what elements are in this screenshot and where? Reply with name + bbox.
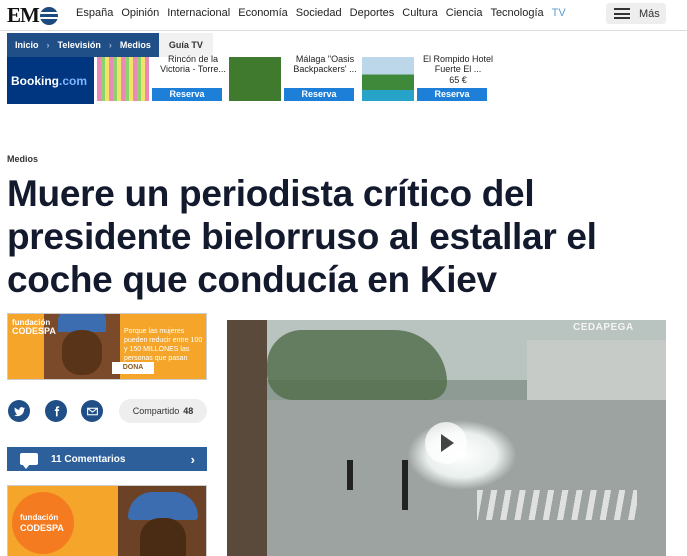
hamburger-icon [614,8,630,19]
codespa-org-line2: CODESPA [12,326,56,336]
share-count-label: Compartido [132,406,180,416]
reserva-button[interactable]: Reserva [152,88,222,101]
facebook-share-button[interactable] [45,400,67,422]
codespa-ad[interactable]: fundación CODESPA Porque las mujeres pue… [7,313,207,380]
nav-item-opinion[interactable]: Opinión [121,7,159,19]
video-frame-crosswalk [477,490,637,520]
share-count-badge: Compartido 48 [119,399,207,423]
hotel-image [362,57,414,101]
codespa-ad-2[interactable]: fundación CODESPA [7,485,207,556]
video-player[interactable]: CEDAPEGA [227,320,666,556]
nav-item-internacional[interactable]: Internacional [167,7,230,19]
nav-item-tv[interactable]: TV [552,7,566,19]
booking-suffix: .com [59,73,88,88]
hotel-name: Rincón de la Victoria - Torre... [160,54,226,74]
site-logo[interactable]: EM [7,3,58,28]
booking-logo[interactable]: Booking .com [7,57,94,104]
hotel-image [97,57,149,101]
nav-item-economia[interactable]: Economía [238,7,288,19]
twitter-icon [13,406,25,416]
video-frame-person [347,460,353,490]
nav-item-tecnologia[interactable]: Tecnología [490,7,543,19]
section-label[interactable]: Medios [7,154,38,164]
article-headline: Muere un periodista crítico del presiden… [7,173,597,300]
comments-button[interactable]: 11 Comentarios › [7,447,207,471]
reserva-button[interactable]: Reserva [284,88,354,101]
codespa-org-line2: CODESPA [20,523,64,533]
booking-text: Booking [11,73,59,88]
more-label: Más [639,7,660,20]
email-share-button[interactable] [81,400,103,422]
codespa-logo: fundación CODESPA [12,492,74,554]
email-icon [86,407,98,415]
chevron-right-icon: › [190,451,195,467]
nav-item-espana[interactable]: España [76,7,113,19]
nav-item-ciencia[interactable]: Ciencia [446,7,483,19]
nav-item-cultura[interactable]: Cultura [402,7,437,19]
codespa-logo: fundación CODESPA [12,318,56,336]
video-frame-trees [267,330,447,400]
breadcrumb-television[interactable]: Televisión [49,33,109,57]
twitter-share-button[interactable] [8,400,30,422]
play-icon[interactable] [425,422,467,464]
nav-item-deportes[interactable]: Deportes [350,7,395,19]
hotel-name: El Rompido Hotel Fuerte El ... [422,54,494,74]
reserva-button[interactable]: Reserva [417,88,487,101]
globe-icon [39,6,58,25]
ad-photo [118,486,206,556]
booking-ad-strip: Booking .com Rincón de la Victoria - Torr… [7,54,493,104]
breadcrumb-medios[interactable]: Medios [111,33,159,57]
hotel-name: Málaga "Oasis Backpackers' ... [293,54,357,74]
top-navigation-bar: EM España Opinión Internacional Economía… [0,0,687,31]
nav-item-sociedad[interactable]: Sociedad [296,7,342,19]
main-nav: España Opinión Internacional Economía So… [76,7,574,19]
comments-label: 11 Comentarios [51,453,126,465]
hotel-price: 65 € [449,75,467,85]
video-frame-building-left [227,320,267,556]
dona-button[interactable]: DONA [112,362,154,374]
comment-bubble-icon [20,453,38,469]
logo-text: EM [7,3,40,27]
video-watermark: CEDAPEGA [573,322,634,333]
codespa-org-line1: fundación [20,513,59,522]
facebook-icon [54,405,59,416]
video-frame-person [402,460,408,510]
share-count-value: 48 [183,406,194,416]
hotel-image [229,57,281,101]
breadcrumb-inicio[interactable]: Inicio [7,33,47,57]
more-menu-button[interactable]: Más [606,3,666,24]
